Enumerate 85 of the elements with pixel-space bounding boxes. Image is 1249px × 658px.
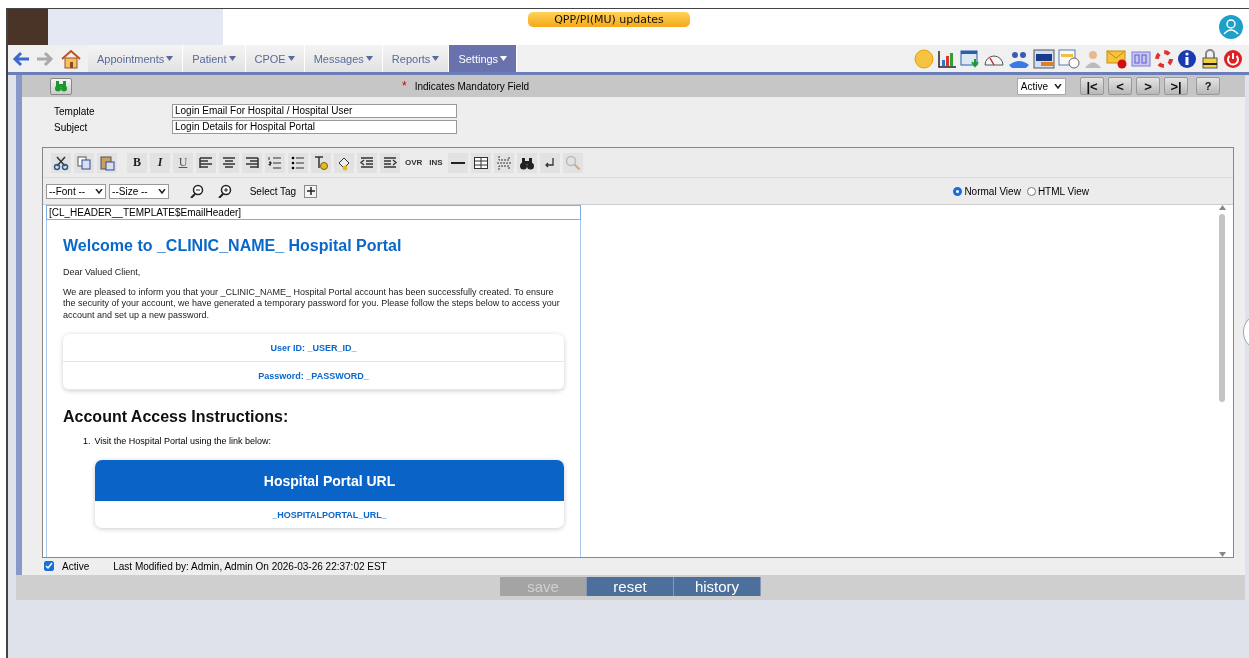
font-select[interactable]: --Font -- [46, 183, 107, 199]
email-title: Welcome to _CLINIC_NAME_ Hospital Portal [63, 237, 403, 255]
portal-link[interactable]: _HOSPITALPORTAL_URL_ [272, 509, 387, 520]
caret-icon[interactable] [365, 56, 373, 61]
align-center-icon[interactable] [221, 154, 237, 171]
header-tag: [CL_HEADER__TEMPLATE$EmailHeader] [46, 205, 581, 220]
lifebuoy-icon[interactable] [1154, 48, 1174, 69]
menu-tab[interactable]: Patient [183, 45, 246, 72]
section-heading: Account Access Instructions: [63, 408, 290, 426]
power-icon[interactable] [1223, 48, 1243, 69]
page-break-icon[interactable] [495, 154, 512, 171]
radio-button[interactable] [1026, 186, 1036, 196]
field-label: Subject [54, 121, 89, 133]
bar-chart-icon[interactable] [937, 48, 957, 69]
scrollbar[interactable] [1217, 205, 1227, 557]
home-icon[interactable] [60, 48, 82, 69]
format-button[interactable]: B [127, 152, 147, 173]
active-label: Active [62, 560, 90, 572]
mode-button[interactable]: INS [427, 152, 445, 173]
radio-label: HTML View [1037, 185, 1089, 197]
field-label: Template [54, 105, 96, 117]
pager-button[interactable]: |< [1080, 77, 1104, 95]
cut-icon[interactable] [53, 154, 69, 171]
caret-icon[interactable] [287, 56, 295, 61]
info-icon[interactable] [1177, 48, 1197, 69]
intro-paragraph: We are pleased to inform you that your _CLINIC_NAME_ Hospital Portal account has been successfully created. To ensure the security of your account, we have generated a temporary password for you. Please follow the steps below to access your account and set up a new password. [63, 286, 561, 321]
radio-button[interactable] [953, 186, 963, 196]
search-button[interactable] [50, 77, 72, 95]
select-tag-label: Select Tag [249, 185, 297, 197]
bill-icon[interactable] [1033, 48, 1055, 69]
caret-icon[interactable] [166, 56, 174, 61]
last-modified-text: Last Modified by: Admin, Admin On 2026-03-26 22:37:02 EST [113, 560, 387, 572]
pager-button[interactable]: > [1136, 77, 1160, 95]
numbered-list-icon[interactable] [267, 154, 283, 171]
step-number: 1. [83, 435, 91, 447]
caret-icon[interactable] [432, 56, 440, 61]
align-right-icon[interactable] [244, 154, 260, 171]
indent-icon[interactable] [382, 154, 398, 171]
back-arrow-icon[interactable] [12, 50, 30, 67]
credential-text: User ID: _USER_ID_ [270, 342, 357, 353]
outdent-icon[interactable] [359, 154, 375, 171]
paste-icon[interactable] [99, 154, 115, 171]
mail-alert-icon[interactable] [1106, 48, 1128, 69]
window-download-icon[interactable] [960, 48, 980, 69]
menu-tab[interactable]: CPOE [245, 45, 305, 72]
active-checkbox[interactable] [44, 561, 54, 571]
greeting-text: Dear Valued Client, [63, 267, 142, 279]
zoom-in-icon[interactable] [217, 184, 232, 198]
updates-button[interactable]: QPP/PI(MU) updates [528, 12, 690, 27]
menu-tab[interactable]: Settings [449, 45, 518, 72]
text-field[interactable]: Login Details for Hospital Portal [172, 120, 457, 134]
action-button[interactable]: history [674, 577, 761, 596]
chevron-icon[interactable] [157, 188, 166, 194]
menu-tab[interactable]: Reports [382, 45, 450, 72]
pager-button[interactable]: < [1108, 77, 1132, 95]
step-text: Visit the Hospital Portal using the link below: [94, 435, 271, 447]
action-button[interactable]: reset [587, 577, 674, 596]
format-button[interactable]: I [150, 152, 170, 173]
format-button[interactable]: U [173, 152, 193, 173]
mode-button[interactable]: OVR [403, 152, 425, 173]
table-icon[interactable] [472, 154, 489, 171]
bullet-list-icon[interactable] [290, 154, 306, 171]
menu-tab[interactable]: Appointments [88, 45, 184, 72]
pager-button[interactable]: ? [1196, 77, 1220, 95]
padlock-icon[interactable] [1200, 48, 1220, 69]
mandatory-mark: * [402, 79, 407, 93]
radio-label: Normal View [964, 185, 1021, 197]
menu-tab[interactable]: Messages [304, 45, 383, 72]
credential-text: Password: _PASSWORD_ [258, 370, 369, 381]
url-card-title: Hospital Portal URL [95, 460, 564, 501]
pager-button[interactable]: >| [1164, 77, 1188, 95]
status-select[interactable]: Active [1016, 77, 1066, 95]
clear-format-icon[interactable] [313, 154, 329, 171]
chevron-icon[interactable] [1054, 83, 1062, 89]
scroll-down-icon[interactable] [1218, 552, 1226, 557]
align-left-icon[interactable] [198, 154, 214, 171]
caret-icon[interactable] [500, 56, 508, 61]
caret-icon[interactable] [228, 56, 236, 61]
zoom-out-icon[interactable] [189, 184, 204, 198]
size-select[interactable]: --Size -- [109, 183, 169, 199]
text-field[interactable]: Login Email For Hospital / Hospital User [172, 104, 457, 118]
user-avatar-icon[interactable] [1219, 15, 1243, 39]
copy-icon[interactable] [76, 154, 92, 171]
chevron-icon[interactable] [95, 188, 104, 194]
mandatory-note: Indicates Mandatory Field [414, 80, 530, 92]
